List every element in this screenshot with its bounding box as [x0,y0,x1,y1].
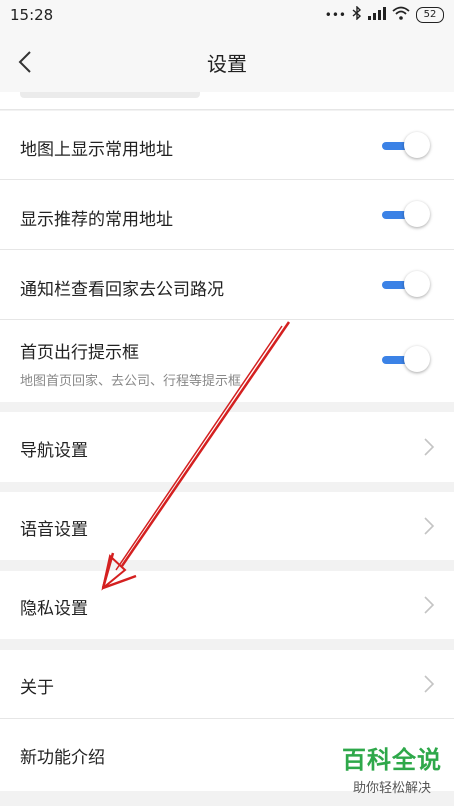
setting-sublabel: 地图首页回家、去公司、行程等提示框 [20,374,242,389]
menu-label: 关于 [20,678,54,698]
setting-row-notification-traffic[interactable]: 通知栏查看回家去公司路况 [0,250,454,320]
peek-blur [20,92,200,98]
setting-label: 显示推荐的常用地址 [20,210,173,230]
chevron-right-icon [422,516,436,536]
watermark-logo: 百科全说 助你轻松解决 [342,740,442,796]
toggle-switch[interactable] [382,131,432,161]
setting-row-home-trip-prompt[interactable]: 首页出行提示框 地图首页回家、去公司、行程等提示框 [0,320,454,402]
bluetooth-icon [352,5,362,23]
nav-bar: 设置 [0,32,454,92]
menu-label: 新功能介绍 [20,748,105,768]
status-time: 15:28 [10,6,54,24]
status-bar: 15:28 ••• 52 [0,0,454,32]
wifi-icon [392,6,410,23]
setting-row-recommended-address[interactable]: 显示推荐的常用地址 [0,180,454,250]
toggle-switch[interactable] [382,345,432,375]
setting-label: 首页出行提示框 [20,343,139,363]
menu-label: 隐私设置 [20,599,88,619]
status-icons: ••• 52 [324,5,444,23]
toggle-switch[interactable] [382,200,432,230]
chevron-right-icon [422,595,436,615]
scrolled-row-peek [0,92,454,110]
signal-icon [368,6,386,23]
setting-label: 通知栏查看回家去公司路况 [20,280,224,300]
setting-row-map-common-address[interactable]: 地图上显示常用地址 [0,111,454,180]
watermark-main: 百科全说 [342,746,442,774]
chevron-right-icon [422,674,436,694]
watermark-sub: 助你轻松解决 [352,781,431,796]
menu-row-navigation-settings[interactable]: 导航设置 [0,412,454,482]
menu-label: 导航设置 [20,441,88,461]
menu-row-about[interactable]: 关于 [0,650,454,719]
more-dots-icon: ••• [324,7,346,22]
chevron-right-icon [422,437,436,457]
setting-label: 地图上显示常用地址 [20,140,173,160]
toggle-switch[interactable] [382,270,432,300]
battery-icon: 52 [416,6,444,23]
page-title: 设置 [207,52,247,76]
menu-row-voice-settings[interactable]: 语音设置 [0,492,454,560]
menu-row-privacy-settings[interactable]: 隐私设置 [0,571,454,639]
menu-label: 语音设置 [20,520,88,540]
